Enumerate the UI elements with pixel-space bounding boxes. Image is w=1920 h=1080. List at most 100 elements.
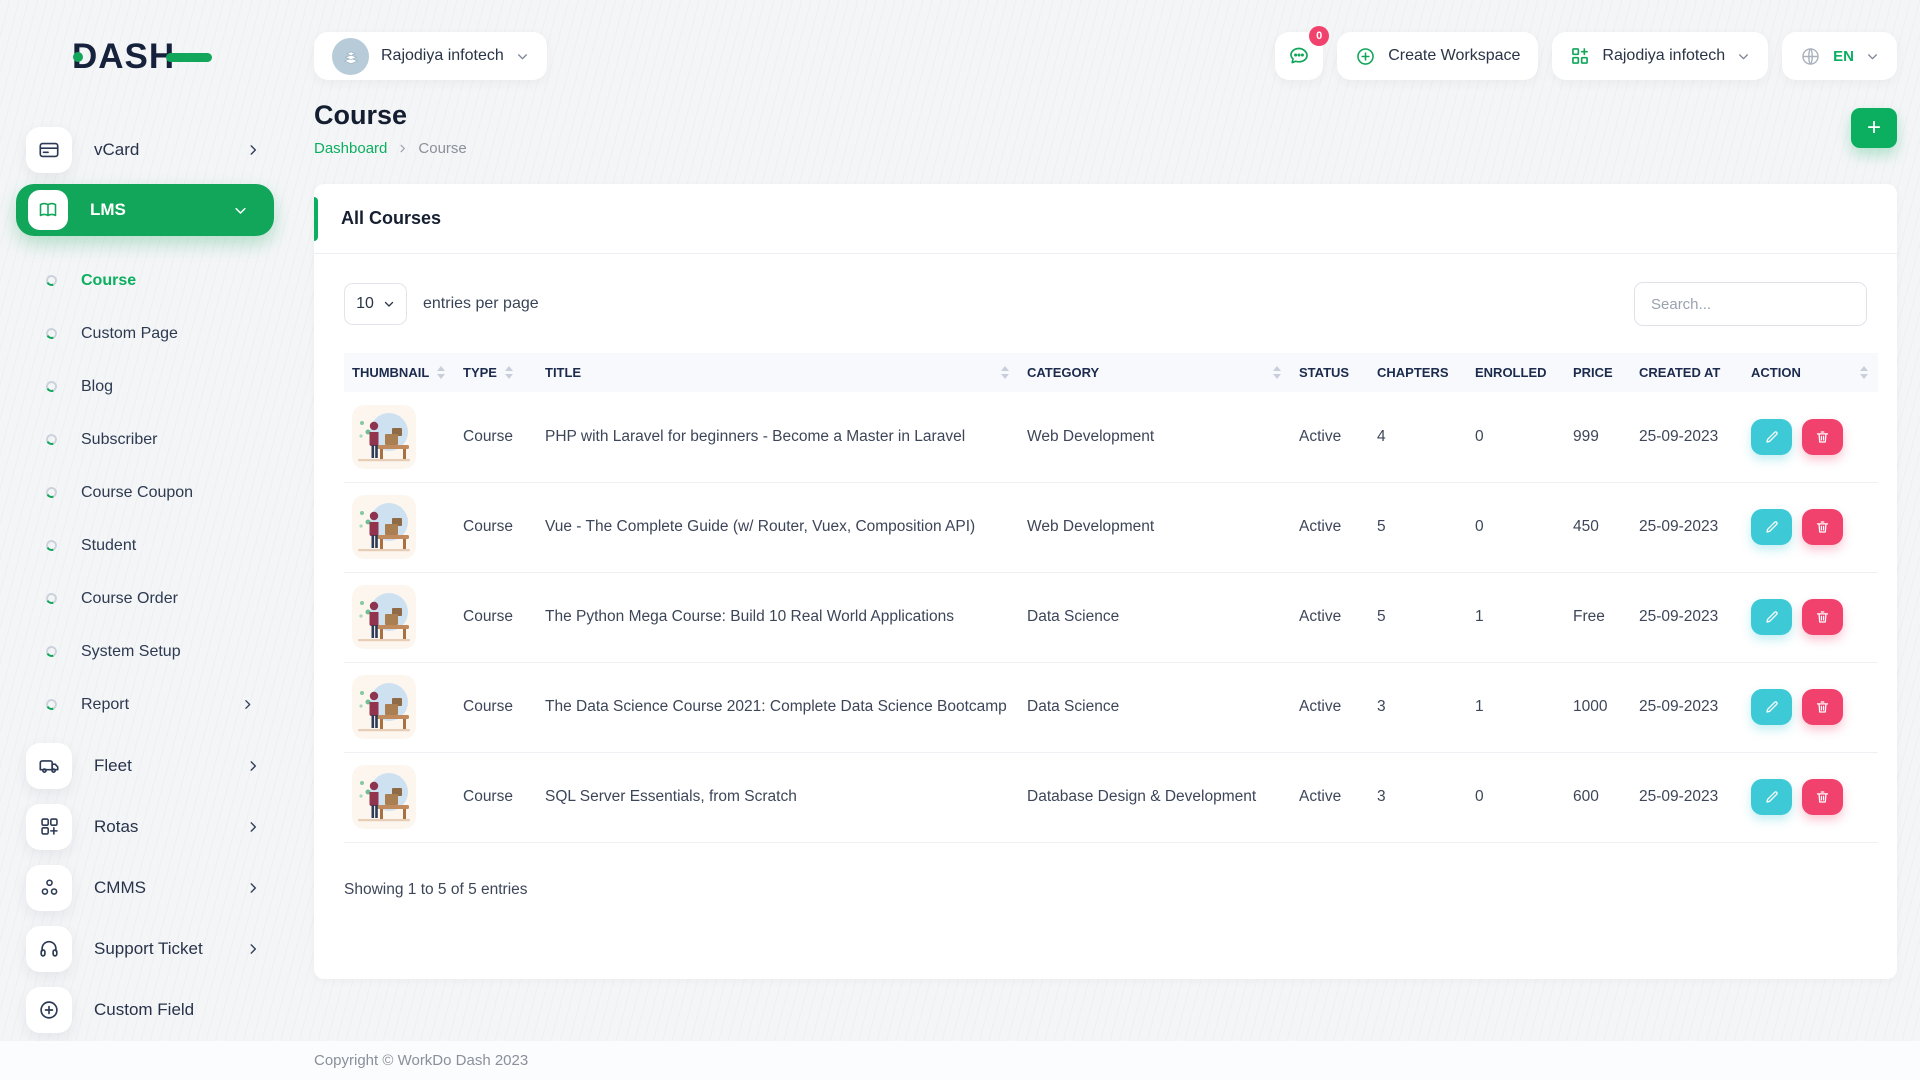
edit-button[interactable]	[1751, 509, 1792, 545]
col-title[interactable]: TITLE	[537, 353, 1019, 392]
col-thumbnail[interactable]: THUMBNAIL	[344, 353, 455, 392]
chevron-right-icon	[241, 698, 254, 711]
submenu-item-custom-page[interactable]: Custom Page	[0, 307, 290, 360]
submenu-item-student[interactable]: Student	[0, 519, 290, 572]
course-chapters: 5	[1369, 482, 1467, 572]
delete-button[interactable]	[1802, 689, 1843, 725]
language-selector[interactable]: EN	[1782, 32, 1897, 80]
plus-circle-icon	[1355, 46, 1376, 67]
nodes-icon	[26, 865, 72, 911]
sidebar-item-vcard[interactable]: vCard	[0, 119, 290, 180]
course-category: Data Science	[1019, 662, 1291, 752]
course-status: Active	[1291, 392, 1369, 482]
current-workspace-pill[interactable]: Rajodiya infotech	[314, 32, 547, 80]
submenu-item-report[interactable]: Report	[0, 678, 290, 731]
submenu-label: Student	[81, 537, 254, 555]
edit-button[interactable]	[1751, 599, 1792, 635]
col-created-at[interactable]: CREATED AT	[1631, 353, 1743, 392]
accent-bar	[314, 197, 318, 241]
course-illustration-icon	[352, 765, 416, 829]
chevron-down-icon	[233, 203, 248, 218]
submenu-item-blog[interactable]: Blog	[0, 360, 290, 413]
sidebar: DASH vCard	[0, 0, 290, 1080]
sidebar-item-support-ticket[interactable]: Support Ticket	[0, 918, 290, 979]
chevron-right-icon	[246, 143, 260, 157]
sidebar-item-label: Fleet	[94, 756, 224, 776]
create-workspace-label: Create Workspace	[1388, 47, 1520, 65]
delete-button[interactable]	[1802, 419, 1843, 455]
courses-tbody: Course PHP with Laravel for beginners - …	[344, 392, 1878, 842]
chevron-down-icon	[1737, 50, 1750, 63]
course-title: The Data Science Course 2021: Complete D…	[537, 662, 1019, 752]
course-thumbnail	[352, 405, 416, 469]
copyright-text: Copyright © WorkDo Dash 2023	[314, 1052, 528, 1069]
chevron-down-icon	[1866, 50, 1879, 63]
bullet-icon	[44, 273, 58, 287]
van-icon	[26, 743, 72, 789]
col-price[interactable]: PRICE	[1565, 353, 1631, 392]
bullet-icon	[44, 326, 58, 340]
edit-button[interactable]	[1751, 779, 1792, 815]
table-controls: 10 entries per page	[344, 282, 1867, 326]
page-title: Course	[314, 100, 467, 131]
bullet-icon	[44, 644, 58, 658]
pencil-icon	[1764, 519, 1780, 535]
col-category[interactable]: CATEGORY	[1019, 353, 1291, 392]
sidebar-item-custom-field[interactable]: Custom Field	[0, 979, 290, 1040]
sidebar-item-rotas[interactable]: Rotas	[0, 796, 290, 857]
trash-icon	[1815, 609, 1830, 625]
submenu-item-system-setup[interactable]: System Setup	[0, 625, 290, 678]
delete-button[interactable]	[1802, 779, 1843, 815]
pencil-icon	[1764, 429, 1780, 445]
plus-circle-icon	[26, 987, 72, 1033]
lms-submenu: Course Custom Page Blog Subscriber Cours…	[0, 242, 290, 735]
edit-button[interactable]	[1751, 419, 1792, 455]
col-enrolled[interactable]: ENROLLED	[1467, 353, 1565, 392]
sidebar-item-cmms[interactable]: CMMS	[0, 857, 290, 918]
vcard-icon	[26, 127, 72, 173]
delete-button[interactable]	[1802, 509, 1843, 545]
course-chapters: 4	[1369, 392, 1467, 482]
sidebar-item-fleet[interactable]: Fleet	[0, 735, 290, 796]
submenu-label: Subscriber	[81, 431, 254, 449]
submenu-item-subscriber[interactable]: Subscriber	[0, 413, 290, 466]
edit-button[interactable]	[1751, 689, 1792, 725]
main-content: Rajodiya infotech 0 Creat	[290, 0, 1920, 1080]
search-input[interactable]	[1634, 282, 1867, 326]
course-created-at: 25-09-2023	[1631, 752, 1743, 842]
course-type: Course	[455, 752, 537, 842]
bullet-icon	[44, 591, 58, 605]
col-type[interactable]: TYPE	[455, 353, 537, 392]
table-row: Course The Python Mega Course: Build 10 …	[344, 572, 1878, 662]
workspace-name: Rajodiya infotech	[381, 47, 504, 65]
col-chapters[interactable]: CHAPTERS	[1369, 353, 1467, 392]
course-thumbnail	[352, 765, 416, 829]
brand-logo[interactable]: DASH	[70, 36, 290, 83]
course-category: Data Science	[1019, 572, 1291, 662]
page-size-select[interactable]: 10	[344, 283, 407, 325]
course-title: The Python Mega Course: Build 10 Real Wo…	[537, 572, 1019, 662]
course-enrolled: 0	[1467, 482, 1565, 572]
table-row: Course PHP with Laravel for beginners - …	[344, 392, 1878, 482]
delete-button[interactable]	[1802, 599, 1843, 635]
course-category: Database Design & Development	[1019, 752, 1291, 842]
breadcrumb: Dashboard Course	[314, 140, 467, 157]
sidebar-item-lms[interactable]: LMS	[16, 184, 274, 236]
col-action[interactable]: ACTION	[1743, 353, 1878, 392]
sidebar-item-label: LMS	[90, 200, 211, 220]
breadcrumb-dashboard-link[interactable]: Dashboard	[314, 140, 387, 157]
course-status: Active	[1291, 572, 1369, 662]
app-root: DASH vCard	[0, 0, 1920, 1080]
create-workspace-button[interactable]: Create Workspace	[1337, 32, 1538, 80]
course-thumbnail	[352, 495, 416, 559]
submenu-item-course[interactable]: Course	[0, 254, 290, 307]
submenu-item-course-coupon[interactable]: Course Coupon	[0, 466, 290, 519]
messages-button[interactable]: 0	[1275, 32, 1323, 80]
create-course-button[interactable]: +	[1851, 108, 1897, 148]
col-status[interactable]: STATUS	[1291, 353, 1369, 392]
submenu-item-course-order[interactable]: Course Order	[0, 572, 290, 625]
sidebar-item-label: Support Ticket	[94, 939, 224, 959]
sidebar-nav: vCard LMS Course	[0, 119, 290, 1080]
workspace-switcher[interactable]: Rajodiya infotech	[1552, 32, 1768, 80]
submenu-label: System Setup	[81, 643, 254, 661]
